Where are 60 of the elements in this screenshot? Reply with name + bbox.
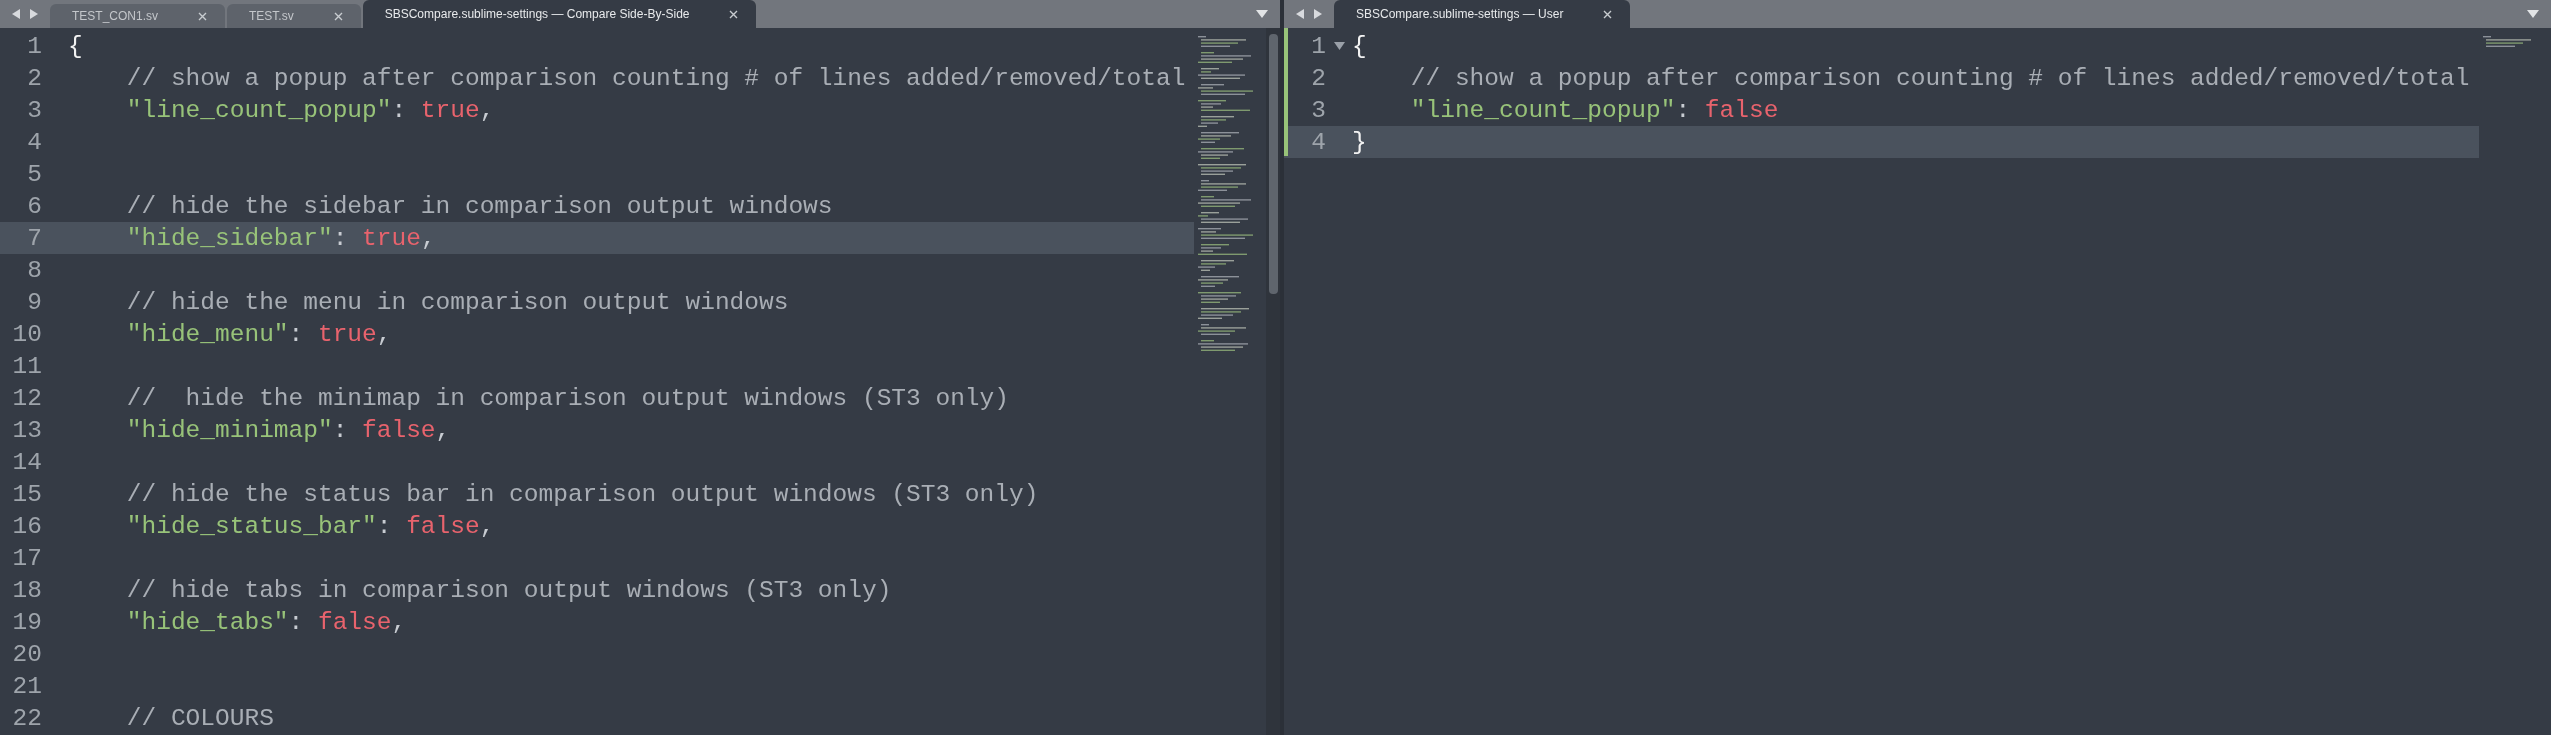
code-line: "hide_tabs": false, bbox=[125, 608, 407, 636]
line-number: 2 bbox=[26, 64, 42, 92]
close-icon[interactable] bbox=[333, 11, 343, 21]
file-tab[interactable]: SBSCompare.sublime-settings — User bbox=[1334, 0, 1631, 28]
line-number: 6 bbox=[26, 192, 42, 220]
file-tab[interactable]: SBSCompare.sublime-settings — Compare Side-By-Side bbox=[362, 0, 757, 28]
line-number: 1 bbox=[1310, 32, 1326, 60]
code-line: { bbox=[68, 32, 83, 60]
scroll-left-icon[interactable] bbox=[1296, 9, 1305, 19]
line-number: 20 bbox=[11, 640, 42, 668]
line-number: 19 bbox=[11, 608, 42, 636]
code-line: "hide_minimap": false, bbox=[125, 416, 451, 444]
line-number: 5 bbox=[26, 160, 42, 188]
code-line: // COLOURS bbox=[125, 704, 274, 732]
fold-icon[interactable] bbox=[1333, 42, 1345, 50]
file-tab[interactable]: TEST.sv bbox=[227, 4, 361, 28]
code-line: "hide_status_bar": false, bbox=[125, 512, 495, 540]
line-number: 3 bbox=[26, 96, 42, 124]
scroll-right-icon[interactable] bbox=[1313, 9, 1322, 19]
line-number: 15 bbox=[11, 480, 42, 508]
code-line: "line_count_popup": false bbox=[1409, 96, 1779, 124]
line-number: 22 bbox=[11, 704, 42, 732]
scroll-left-icon[interactable] bbox=[12, 9, 21, 19]
code-line: "line_count_popup": true, bbox=[125, 96, 495, 124]
line-number: 9 bbox=[26, 288, 42, 316]
line-number: 12 bbox=[11, 384, 42, 412]
line-number: 4 bbox=[26, 128, 42, 156]
line-number: 18 bbox=[11, 576, 42, 604]
line-number: 10 bbox=[11, 320, 42, 348]
line-number: 11 bbox=[11, 352, 42, 380]
code-line: // hide the status bar in comparison output windows (ST3 only) bbox=[125, 480, 1039, 508]
code-line: "hide_menu": true, bbox=[125, 320, 392, 348]
line-number: 17 bbox=[11, 544, 42, 572]
close-icon[interactable] bbox=[1603, 9, 1613, 19]
scroll-right-icon[interactable] bbox=[29, 9, 38, 19]
code-line: } bbox=[1352, 128, 1367, 156]
dropdown-caret-icon[interactable] bbox=[2527, 10, 2539, 18]
file-tab[interactable]: TEST_CON1.sv bbox=[50, 4, 225, 28]
line-number: 1 bbox=[26, 32, 42, 60]
line-number: 2 bbox=[1310, 64, 1326, 92]
code-line: // hide the sidebar in comparison output windows bbox=[125, 192, 833, 220]
code-line: { bbox=[1352, 32, 1367, 60]
scrollbar-thumb[interactable] bbox=[1268, 34, 1278, 294]
code-line: // show a popup after comparison counting # of lines added/removed/total bbox=[125, 64, 1186, 92]
close-icon[interactable] bbox=[729, 9, 739, 19]
code-line: // show a popup after comparison counting # of lines added/removed/total bbox=[1409, 64, 2470, 92]
line-number: 16 bbox=[11, 512, 42, 540]
code-line: "hide_sidebar": true, bbox=[125, 224, 436, 252]
code-line: // hide the menu in comparison output windows bbox=[125, 288, 789, 316]
line-number: 4 bbox=[1310, 128, 1326, 156]
line-number: 7 bbox=[26, 224, 42, 252]
line-number: 8 bbox=[26, 256, 42, 284]
line-number: 21 bbox=[11, 672, 42, 700]
line-number: 13 bbox=[11, 416, 42, 444]
line-number: 14 bbox=[11, 448, 42, 476]
code-line: // hide the minimap in comparison output windows (ST3 only) bbox=[125, 384, 1009, 412]
dropdown-caret-icon[interactable] bbox=[1256, 10, 1268, 18]
line-number: 3 bbox=[1310, 96, 1326, 124]
code-line: // hide tabs in comparison output windows (ST3 only) bbox=[125, 576, 892, 604]
close-icon[interactable] bbox=[198, 11, 207, 21]
